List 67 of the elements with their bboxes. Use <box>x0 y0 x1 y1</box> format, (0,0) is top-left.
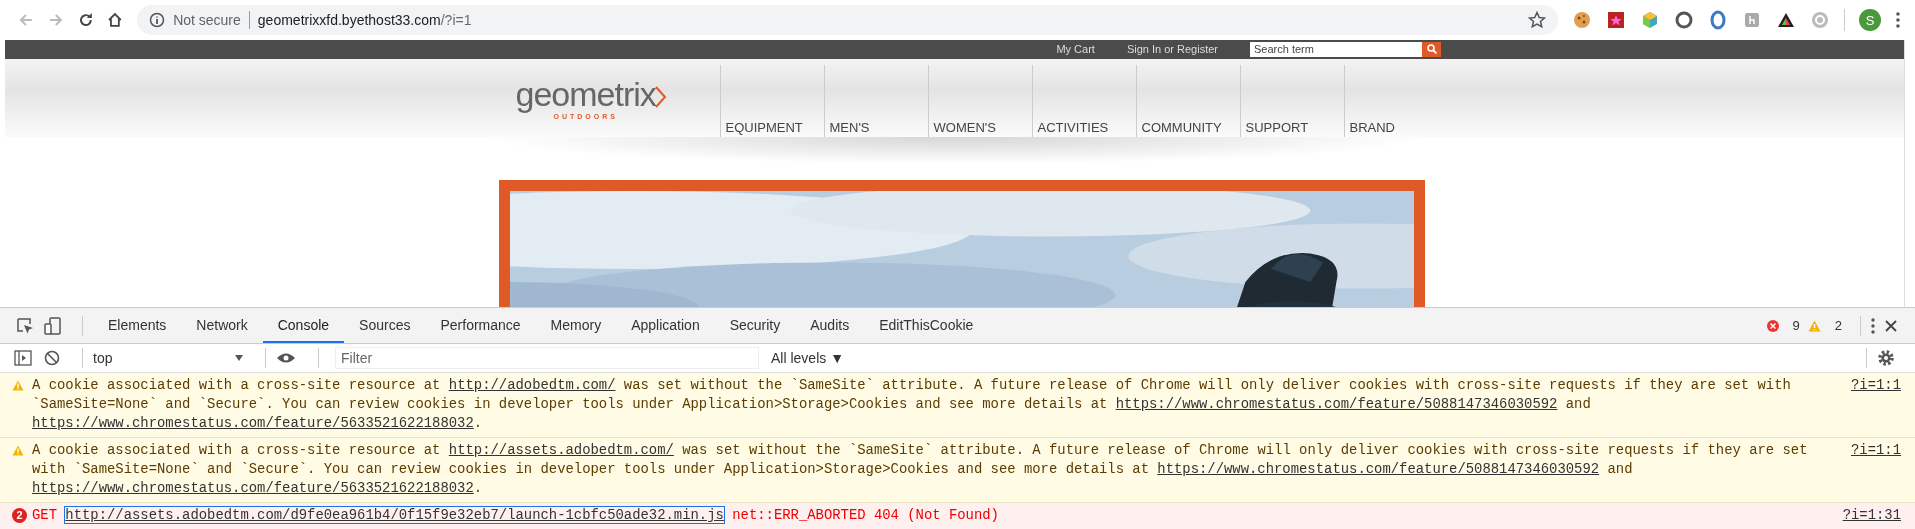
source-link[interactable]: ?i=1:1 <box>1851 441 1901 460</box>
search-icon <box>1426 44 1437 55</box>
warning-icon <box>12 380 24 391</box>
context-select[interactable]: top <box>93 350 255 366</box>
message-text: GET http://assets.adobedtm.com/d9fe0ea961b4/0f15f9e32eb7/launch-1cbfc50ade32.min.js net::ERR_ABORTED 404 (Not Found) <box>32 506 1000 525</box>
devtools-tab[interactable]: Audits <box>795 308 865 343</box>
nav-link[interactable]: BRAND <box>1343 64 1448 137</box>
dropdown-icon <box>235 355 243 361</box>
top-link[interactable]: My Cart <box>1056 43 1095 56</box>
devtools-tab[interactable]: EditThisCookie <box>864 308 989 343</box>
devtools-tab[interactable]: Performance <box>425 308 536 343</box>
devtools-tab[interactable]: Network <box>181 308 263 343</box>
error-icon <box>1766 319 1779 332</box>
address-bar[interactable]: Not secure geometrixxfd.byethost33.com/?i=1 <box>137 5 1559 35</box>
nav-link[interactable]: WOMEN'S <box>927 64 1032 137</box>
devtools-tab[interactable]: Elements <box>93 308 182 343</box>
warning-count: 2 <box>1834 318 1842 333</box>
ring-icon[interactable] <box>1674 10 1695 30</box>
nav-link[interactable]: MEN'S <box>823 64 928 137</box>
error-count: 9 <box>1792 318 1800 333</box>
nav-link[interactable]: SUPPORT <box>1239 64 1344 137</box>
home-icon[interactable] <box>107 12 124 28</box>
warning-icon <box>12 445 24 456</box>
inspect-icon[interactable] <box>16 316 34 335</box>
message-link[interactable]: https://www.chromestatus.com/feature/5088147346030592 <box>1115 396 1558 412</box>
close-icon[interactable] <box>1885 319 1897 332</box>
error-count-badge: 2 <box>12 508 27 523</box>
message-link[interactable]: http://adobedtm.com/ <box>448 377 616 393</box>
devtools-tab[interactable]: Memory <box>535 308 617 343</box>
source-link[interactable]: ?i=1:31 <box>1842 506 1901 525</box>
devtools-tab[interactable]: Application <box>616 308 715 343</box>
url-text: geometrixxfd.byethost33.com/?i=1 <box>257 12 472 28</box>
eye-icon[interactable] <box>276 352 296 364</box>
star-badge-icon[interactable] <box>1606 10 1627 30</box>
message-link[interactable]: https://www.chromestatus.com/feature/5088147346030592 <box>1157 461 1600 477</box>
site-logo[interactable]: geometrix <box>515 74 656 114</box>
message-link[interactable]: https://www.chromestatus.com/feature/5633521622188032 <box>32 415 474 431</box>
device-icon[interactable] <box>44 316 62 335</box>
sidebar-icon[interactable] <box>14 350 32 366</box>
message-text: A cookie associated with a cross-site resource at http://adobedtm.com/ was set without the `SameSite` attribute. A future release of Chrome will only deliver cookies with cross-site requests if they are set with `SameSite=None` and `Secure`. You can review cookies in developer tools under Application>Storage>Cookies and see more details at https://www.chromestatus.com/feature/5088147346030592 and https://www.chromestatus.com/feature/5633521622188032. <box>32 376 1792 433</box>
more-icon[interactable] <box>1871 317 1875 334</box>
nav-link[interactable]: COMMUNITY <box>1135 64 1240 137</box>
info-icon <box>149 12 166 28</box>
message-link[interactable]: http://assets.adobedtm.com/ <box>448 442 674 458</box>
menu-icon[interactable] <box>1895 11 1901 29</box>
message-link[interactable]: https://www.chromestatus.com/feature/5633521622188032 <box>32 480 474 496</box>
devtools-tab[interactable]: Security <box>714 308 796 343</box>
reload-icon[interactable] <box>77 12 94 28</box>
devtools-tab[interactable]: Sources <box>344 308 426 343</box>
nav-link[interactable]: EQUIPMENT <box>719 64 824 137</box>
devtools-tab[interactable]: Console <box>262 308 345 343</box>
star-icon[interactable] <box>1528 11 1547 29</box>
search-field[interactable]: Search term <box>1250 41 1422 57</box>
nav-link[interactable]: ACTIVITIES <box>1031 64 1136 137</box>
security-label: Not secure <box>173 12 241 28</box>
source-link[interactable]: ?i=1:1 <box>1851 376 1901 395</box>
account-avatar[interactable]: S <box>1859 9 1882 31</box>
top-link[interactable]: Sign In or Register <box>1126 43 1218 56</box>
search-button[interactable] <box>1422 41 1441 57</box>
message-link[interactable]: http://assets.adobedtm.com/d9fe0ea961b4/0f15f9e32eb7/launch-1cbfc50ade32.min.js <box>65 507 724 523</box>
settings-icon[interactable] <box>1877 349 1895 367</box>
clear-icon[interactable] <box>44 350 60 366</box>
message-text: A cookie associated with a cross-site resource at http://assets.adobedtm.com/ was set without the `SameSite` attribute. A future release of Chrome will only deliver cookies with cross-site requests if they are set with `SameSite=None` and `Secure`. You can review cookies in developer tools under Application>Storage>Cookies and see more details at https://www.chromestatus.com/feature/5088147346030592 and https://www.chromestatus.com/feature/5633521622188032. <box>32 441 1809 498</box>
levels-dropdown[interactable]: All levels ▼ <box>771 350 844 366</box>
filter-field[interactable]: Filter <box>335 347 759 369</box>
warning-icon <box>1807 319 1821 332</box>
cookie-icon[interactable] <box>1572 10 1593 30</box>
